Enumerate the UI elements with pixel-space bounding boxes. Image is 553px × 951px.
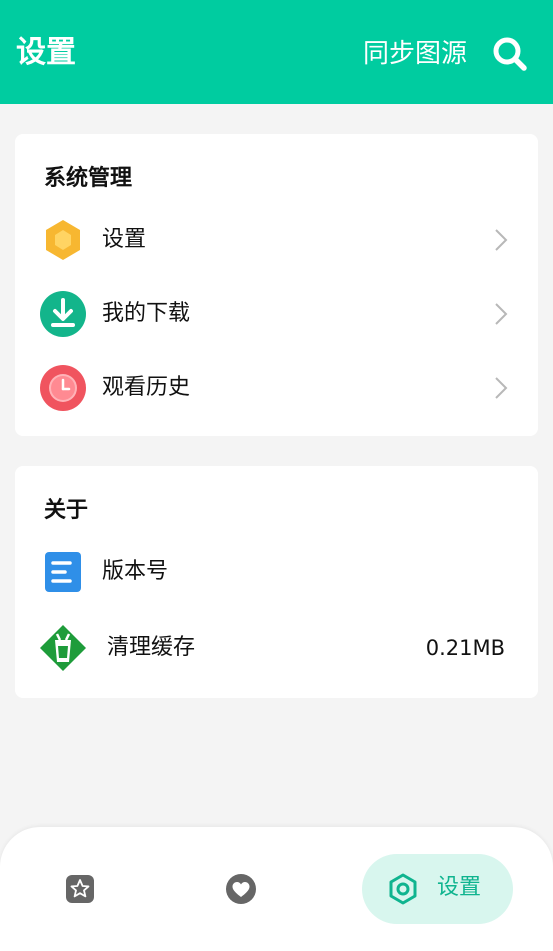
sync-image-source-button[interactable]: 同步图源: [363, 34, 467, 74]
chevron-right-icon: [495, 229, 508, 251]
system-management-card: 系统管理 设置 我的下载 观看历史: [15, 134, 538, 436]
nav-item-favorites[interactable]: [60, 869, 100, 909]
search-button[interactable]: [490, 34, 530, 74]
nav-item-likes[interactable]: [221, 869, 261, 909]
version-row[interactable]: 版本号: [15, 540, 538, 604]
clear-cache-row[interactable]: 清理缓存 0.21MB: [15, 616, 538, 680]
clear-cache-row-label: 清理缓存: [107, 635, 196, 660]
bottom-navigation: 设置: [0, 827, 553, 951]
download-icon: [40, 291, 86, 337]
watch-history-row[interactable]: 观看历史: [15, 356, 538, 420]
gear-icon: [389, 873, 417, 905]
settings-hexagon-icon: [46, 220, 80, 260]
heart-icon: [226, 874, 256, 904]
settings-row[interactable]: 设置: [15, 208, 538, 272]
settings-row-label: 设置: [102, 227, 147, 252]
nav-item-settings-label: 设置: [437, 875, 482, 900]
app-bar: 设置 同步图源: [0, 0, 553, 104]
chevron-right-icon: [495, 377, 508, 399]
about-card: 关于 版本号 清理缓存 0.21MB: [15, 466, 538, 698]
trash-bin-icon: [40, 625, 86, 671]
my-downloads-row[interactable]: 我的下载: [15, 282, 538, 346]
page-title: 设置: [16, 35, 76, 70]
cache-size-value: 0.21MB: [425, 636, 505, 660]
document-icon: [45, 552, 81, 592]
search-icon: [493, 37, 527, 71]
version-row-label: 版本号: [102, 559, 169, 584]
section-title-about: 关于: [44, 498, 89, 523]
my-downloads-row-label: 我的下载: [102, 301, 191, 326]
section-title-system: 系统管理: [44, 166, 133, 191]
watch-history-row-label: 观看历史: [102, 375, 191, 400]
nav-item-settings[interactable]: 设置: [362, 854, 513, 924]
clock-icon: [40, 365, 86, 411]
star-icon: [66, 875, 94, 903]
chevron-right-icon: [495, 303, 508, 325]
